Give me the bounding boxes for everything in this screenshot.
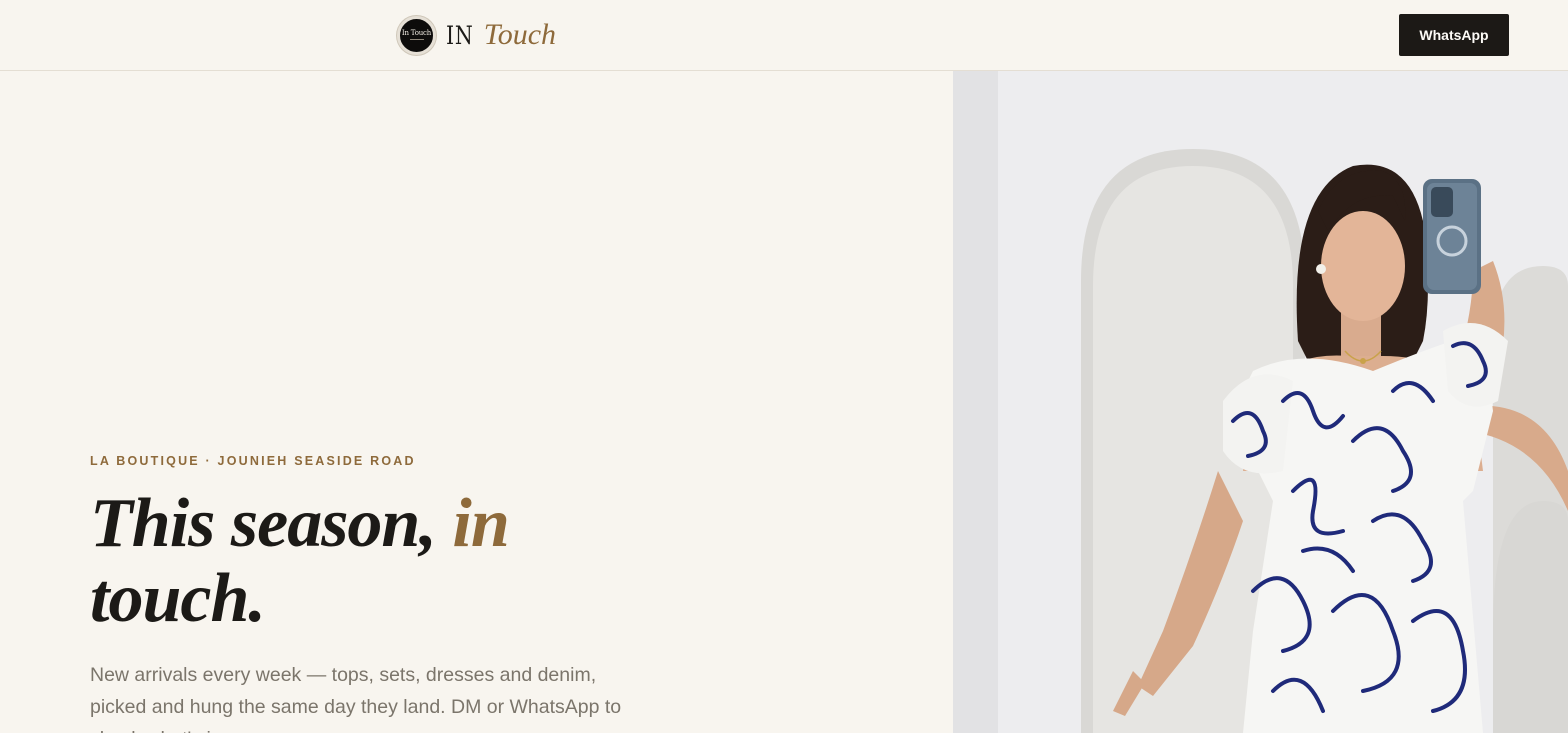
hero-photo: [953, 71, 1568, 733]
headline-accent: in: [452, 485, 509, 562]
wordmark-prefix: IN: [446, 20, 474, 50]
hero-lede: New arrivals every week — tops, sets, dr…: [90, 664, 622, 733]
logo-badge-rule: [409, 39, 424, 40]
whatsapp-button[interactable]: WhatsApp: [1399, 14, 1509, 56]
headline-part-2: touch.: [90, 560, 266, 637]
logo-link[interactable]: In Touch IN Touch: [397, 15, 556, 55]
hero-headline: This season, in touch.: [90, 486, 610, 636]
wordmark-suffix: Touch: [483, 18, 557, 51]
headline-part-1: This season,: [90, 485, 453, 562]
logo-badge-text: In Touch: [401, 29, 432, 37]
model-photo-illustration: [953, 71, 1568, 733]
hero-eyebrow: LA BOUTIQUE · JOUNIEH SEASIDE ROAD: [90, 454, 416, 468]
site-header: In Touch IN Touch WhatsApp: [0, 0, 1568, 71]
logo-badge: In Touch: [397, 15, 436, 55]
